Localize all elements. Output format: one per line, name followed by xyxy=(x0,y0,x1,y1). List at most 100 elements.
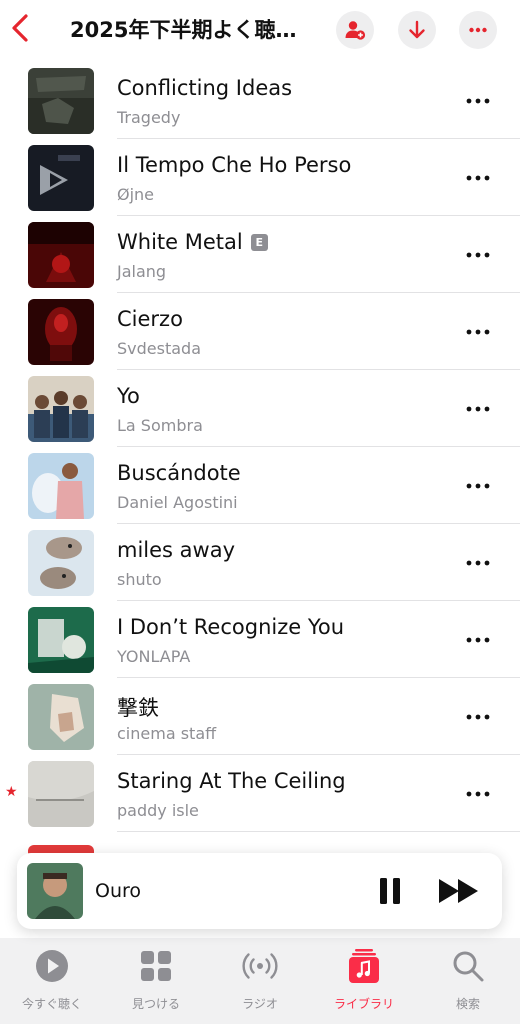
person-add-icon xyxy=(345,21,366,40)
tab-label: 検索 xyxy=(455,997,480,1011)
album-art-image xyxy=(28,299,94,365)
list-item[interactable]: I Don’t Recognize You YONLAPA xyxy=(0,601,520,678)
more-button[interactable] xyxy=(458,163,498,193)
play-circle-icon xyxy=(34,948,70,984)
album-art xyxy=(28,145,94,211)
artist-name: Tragedy xyxy=(117,108,181,127)
tab-browse[interactable]: 見つける xyxy=(104,946,208,1016)
artist-name: Daniel Agostini xyxy=(117,493,238,512)
song-title: White Metal E xyxy=(117,230,268,254)
album-art-image xyxy=(28,530,94,596)
album-art xyxy=(28,453,94,519)
album-art xyxy=(28,68,94,134)
download-button[interactable] xyxy=(398,11,436,49)
music-library-icon xyxy=(346,948,382,984)
tab-listen-now[interactable]: 今すぐ聴く xyxy=(0,946,104,1016)
ellipsis-icon xyxy=(466,791,490,797)
tab-library[interactable]: ライブラリ xyxy=(312,946,416,1016)
ellipsis-icon xyxy=(466,329,490,335)
now-playing-title: Ouro xyxy=(95,880,142,902)
list-item[interactable]: miles away shuto xyxy=(0,524,520,601)
song-title: miles away xyxy=(117,538,236,562)
ellipsis-icon xyxy=(466,637,490,643)
album-art xyxy=(28,761,94,827)
arrow-down-icon xyxy=(409,20,425,39)
album-art xyxy=(28,222,94,288)
page-title: 2025年下半期よく聴… xyxy=(70,18,297,42)
explicit-badge: E xyxy=(250,233,268,251)
song-title: Cierzo xyxy=(117,307,183,331)
list-item[interactable]: Yo La Sombra xyxy=(0,370,520,447)
album-art xyxy=(28,376,94,442)
album-art-image xyxy=(28,222,94,288)
more-button[interactable] xyxy=(458,86,498,116)
collaborate-button[interactable] xyxy=(336,11,374,49)
album-art xyxy=(28,607,94,673)
header: 2025年下半期よく聴… xyxy=(0,0,520,62)
list-item[interactable]: Conflicting Ideas Tragedy xyxy=(0,62,520,139)
album-art-image xyxy=(28,607,94,673)
star-icon: ★ xyxy=(5,784,18,800)
album-art xyxy=(28,530,94,596)
tab-bar: 今すぐ聴く 見つける ラジオ ライブラリ 検索 xyxy=(0,938,520,1024)
artist-name: YONLAPA xyxy=(117,647,191,666)
tab-label: 今すぐ聴く xyxy=(21,997,82,1011)
pause-button[interactable] xyxy=(373,874,407,908)
ellipsis-icon xyxy=(466,406,490,412)
song-title: Il Tempo Che Ho Perso xyxy=(117,153,352,177)
album-art-image xyxy=(27,863,83,919)
artist-name: Øjne xyxy=(117,185,155,204)
more-button[interactable] xyxy=(458,471,498,501)
ellipsis-icon xyxy=(466,560,490,566)
ellipsis-icon xyxy=(466,252,490,258)
more-button[interactable] xyxy=(458,779,498,809)
song-title: Staring At The Ceiling xyxy=(117,769,346,793)
more-button[interactable] xyxy=(458,548,498,578)
back-button[interactable] xyxy=(6,10,36,46)
artist-name: shuto xyxy=(117,570,162,589)
more-button[interactable] xyxy=(458,317,498,347)
album-art-image xyxy=(28,145,94,211)
tab-label: ラジオ xyxy=(242,997,278,1011)
artist-name: La Sombra xyxy=(117,416,203,435)
mini-player[interactable]: Ouro xyxy=(17,853,502,929)
more-button[interactable] xyxy=(458,702,498,732)
album-art-image xyxy=(28,453,94,519)
list-item[interactable]: Cierzo Svdestada xyxy=(0,293,520,370)
magnifier-icon xyxy=(450,948,486,984)
song-title: I Don’t Recognize You xyxy=(117,615,345,639)
ellipsis-icon xyxy=(466,714,490,720)
row-divider xyxy=(117,831,520,832)
artist-name: cinema staff xyxy=(117,724,217,743)
list-item[interactable]: 撃鉄 cinema staff xyxy=(0,678,520,755)
list-item[interactable]: Il Tempo Che Ho Perso Øjne xyxy=(0,139,520,216)
more-button[interactable] xyxy=(458,625,498,655)
album-art-image xyxy=(28,761,94,827)
more-button[interactable] xyxy=(458,240,498,270)
tab-label: ライブラリ xyxy=(333,997,394,1011)
album-art xyxy=(28,299,94,365)
list-item[interactable]: Buscándote Daniel Agostini xyxy=(0,447,520,524)
song-title-text: White Metal xyxy=(117,230,243,254)
album-art xyxy=(28,684,94,750)
artist-name: Jalang xyxy=(117,262,167,281)
album-art-image xyxy=(28,684,94,750)
ellipsis-icon xyxy=(466,483,490,489)
song-title: Conflicting Ideas xyxy=(117,76,293,100)
list-item[interactable]: White Metal E Jalang xyxy=(0,216,520,293)
tab-label: 見つける xyxy=(131,997,180,1011)
song-title: 撃鉄 xyxy=(117,696,159,720)
list-item[interactable]: ★ Staring At The Ceiling paddy isle xyxy=(0,755,520,832)
ellipsis-icon xyxy=(469,27,487,33)
more-options-button[interactable] xyxy=(459,11,497,49)
radio-waves-icon xyxy=(242,948,278,984)
tab-search[interactable]: 検索 xyxy=(416,946,520,1016)
album-art-image xyxy=(28,376,94,442)
artist-name: paddy isle xyxy=(117,801,199,820)
grid-icon xyxy=(138,948,174,984)
tab-radio[interactable]: ラジオ xyxy=(208,946,312,1016)
album-art-image xyxy=(28,68,94,134)
more-button[interactable] xyxy=(458,394,498,424)
next-track-button[interactable] xyxy=(437,874,481,908)
chevron-left-icon xyxy=(12,14,28,42)
